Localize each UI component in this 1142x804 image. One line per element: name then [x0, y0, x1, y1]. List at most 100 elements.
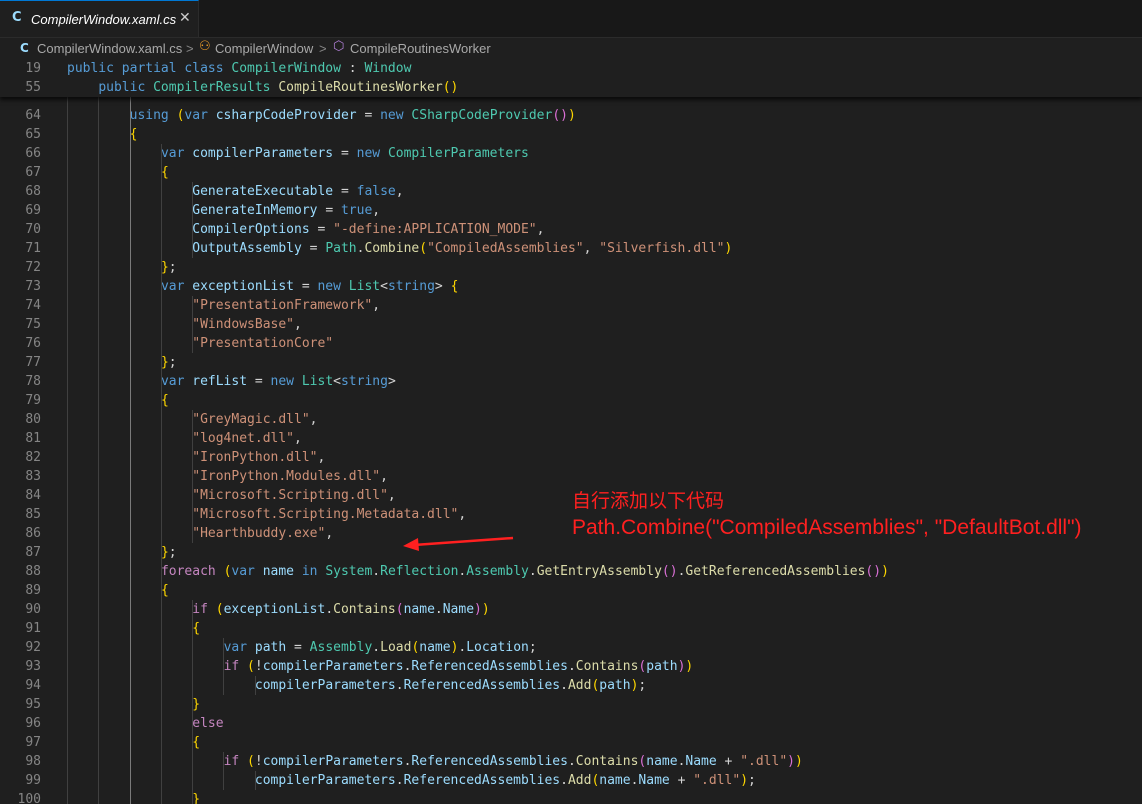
line-number: 77: [25, 355, 41, 370]
code-text: compilerParameters.ReferencedAssemblies.…: [254, 678, 647, 693]
line-number: 19: [25, 61, 41, 76]
code-editor[interactable]: 19 public partial class CompilerWindow : …: [0, 59, 1142, 804]
chevron-right-icon: >: [319, 41, 327, 56]
code-text: "log4net.dll",: [192, 431, 302, 446]
line-number: 100: [17, 792, 41, 804]
code-line[interactable]: 89 {: [0, 581, 1142, 600]
code-text: var exceptionList = new List<string> {: [160, 279, 459, 294]
close-icon[interactable]: ✕: [179, 10, 191, 26]
breadcrumb: C CompilerWindow.xaml.cs > ⚇ CompilerWin…: [0, 38, 1142, 59]
line-number: 67: [25, 165, 41, 180]
code-line[interactable]: 68 GenerateExecutable = false,: [0, 182, 1142, 201]
tab-bar: C CompilerWindow.xaml.cs ✕: [0, 0, 1142, 38]
line-number: 94: [25, 678, 41, 693]
line-number: 66: [25, 146, 41, 161]
code-line[interactable]: 100 }: [0, 790, 1142, 804]
line-number: 96: [25, 716, 41, 731]
line-number: 87: [25, 545, 41, 560]
code-line[interactable]: 75 "WindowsBase",: [0, 315, 1142, 334]
code-line[interactable]: 79 {: [0, 391, 1142, 410]
code-text: else: [192, 716, 224, 731]
code-text: var compilerParameters = new CompilerPar…: [160, 146, 529, 161]
code-text: "Microsoft.Scripting.dll",: [192, 488, 396, 503]
line-number: 92: [25, 640, 41, 655]
line-number: 78: [25, 374, 41, 389]
code-line[interactable]: 77 };: [0, 353, 1142, 372]
code-text: if (!compilerParameters.ReferencedAssemb…: [223, 754, 803, 769]
indent-guide: [223, 752, 224, 790]
code-text: "IronPython.Modules.dll",: [192, 469, 388, 484]
code-line[interactable]: 82 "IronPython.dll",: [0, 448, 1142, 467]
code-text: using (var csharpCodeProvider = new CSha…: [129, 108, 576, 123]
code-line[interactable]: 94 compilerParameters.ReferencedAssembli…: [0, 676, 1142, 695]
code-line[interactable]: 74 "PresentationFramework",: [0, 296, 1142, 315]
line-number: 84: [25, 488, 41, 503]
code-line[interactable]: 71 OutputAssembly = Path.Combine("Compil…: [0, 239, 1142, 258]
breadcrumb-class[interactable]: CompilerWindow: [215, 41, 313, 56]
csharp-file-icon: C: [12, 10, 22, 25]
code-line[interactable]: 80 "GreyMagic.dll",: [0, 410, 1142, 429]
line-number: 95: [25, 697, 41, 712]
code-line[interactable]: 66 var compilerParameters = new Compiler…: [0, 144, 1142, 163]
indent-guide: [192, 600, 193, 804]
code-text: "Hearthbuddy.exe",: [192, 526, 334, 541]
red-arrow-icon: [403, 536, 514, 551]
code-text: public partial class CompilerWindow : Wi…: [67, 61, 412, 76]
line-number: 82: [25, 450, 41, 465]
line-number: 65: [25, 127, 41, 142]
chevron-right-icon: >: [186, 41, 194, 56]
code-line[interactable]: 95 }: [0, 695, 1142, 714]
breadcrumb-method[interactable]: CompileRoutinesWorker: [350, 41, 491, 56]
code-line[interactable]: 83 "IronPython.Modules.dll",: [0, 467, 1142, 486]
code-line[interactable]: 93 if (!compilerParameters.ReferencedAss…: [0, 657, 1142, 676]
code-text: {: [160, 165, 169, 180]
code-line[interactable]: 90 if (exceptionList.Contains(name.Name)…: [0, 600, 1142, 619]
line-number: 85: [25, 507, 41, 522]
code-line[interactable]: 73 var exceptionList = new List<string> …: [0, 277, 1142, 296]
annotation-line-2: Path.Combine("CompiledAssemblies", "Defa…: [572, 516, 1082, 539]
code-text: "Microsoft.Scripting.Metadata.dll",: [192, 507, 467, 522]
code-line[interactable]: 65 {: [0, 125, 1142, 144]
code-line[interactable]: 87 };: [0, 543, 1142, 562]
line-number: 68: [25, 184, 41, 199]
code-line[interactable]: 81 "log4net.dll",: [0, 429, 1142, 448]
tab-compilerwindow[interactable]: C CompilerWindow.xaml.cs ✕: [0, 0, 199, 37]
sticky-line[interactable]: 55 public CompilerResults CompileRoutine…: [0, 78, 1142, 97]
line-number: 70: [25, 222, 41, 237]
code-text: foreach (var name in System.Reflection.A…: [160, 564, 889, 579]
code-line[interactable]: 91 {: [0, 619, 1142, 638]
code-line[interactable]: 67 {: [0, 163, 1142, 182]
code-line[interactable]: 69 GenerateInMemory = true,: [0, 201, 1142, 220]
line-number: 79: [25, 393, 41, 408]
code-text: {: [160, 393, 169, 408]
line-number: 74: [25, 298, 41, 313]
line-number: 76: [25, 336, 41, 351]
code-line[interactable]: 97 {: [0, 733, 1142, 752]
code-line[interactable]: 88 foreach (var name in System.Reflectio…: [0, 562, 1142, 581]
sticky-line[interactable]: 19 public partial class CompilerWindow : …: [0, 59, 1142, 78]
indent-guide: [255, 676, 256, 695]
indent-guide: [161, 144, 162, 804]
indent-guide: [130, 97, 131, 804]
line-number: 90: [25, 602, 41, 617]
code-line[interactable]: 64 using (var csharpCodeProvider = new C…: [0, 106, 1142, 125]
code-line[interactable]: 76 "PresentationCore": [0, 334, 1142, 353]
code-line[interactable]: 99 compilerParameters.ReferencedAssembli…: [0, 771, 1142, 790]
code-line[interactable]: 98 if (!compilerParameters.ReferencedAss…: [0, 752, 1142, 771]
line-number: 83: [25, 469, 41, 484]
line-number: 91: [25, 621, 41, 636]
code-line[interactable]: 96 else: [0, 714, 1142, 733]
line-number: 73: [25, 279, 41, 294]
code-line[interactable]: 72 };: [0, 258, 1142, 277]
breadcrumb-file[interactable]: CompilerWindow.xaml.cs: [37, 41, 182, 56]
tab-label: CompilerWindow.xaml.cs: [31, 12, 177, 27]
code-line[interactable]: 92 var path = Assembly.Load(name).Locati…: [0, 638, 1142, 657]
code-line[interactable]: 78 var refList = new List<string>: [0, 372, 1142, 391]
code-text: "PresentationCore": [192, 336, 334, 351]
sticky-scroll-header[interactable]: 19 public partial class CompilerWindow : …: [0, 59, 1142, 97]
line-number: 99: [25, 773, 41, 788]
code-text: OutputAssembly = Path.Combine("CompiledA…: [192, 241, 733, 256]
code-line[interactable]: 70 CompilerOptions = "-define:APPLICATIO…: [0, 220, 1142, 239]
code-text: "PresentationFramework",: [192, 298, 381, 313]
line-number: 97: [25, 735, 41, 750]
